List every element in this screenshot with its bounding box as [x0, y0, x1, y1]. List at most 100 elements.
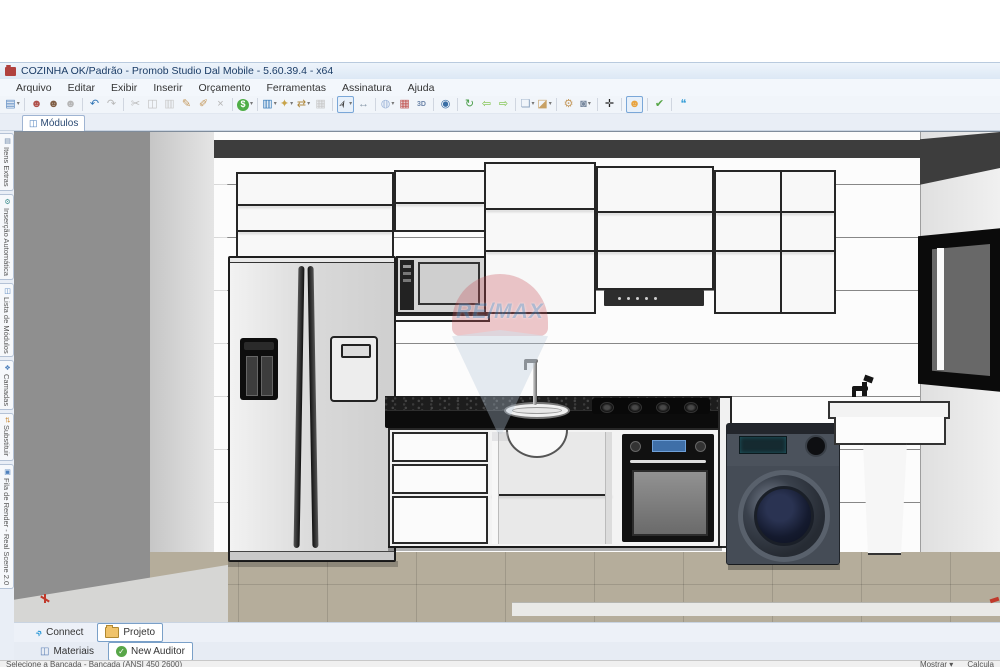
microwave-controls — [400, 260, 414, 310]
user-disabled-button[interactable]: ☻ — [63, 97, 78, 112]
tab-projeto[interactable]: Projeto — [97, 623, 163, 642]
pick-tool-button[interactable]: ✐ — [196, 97, 211, 112]
render-bulb-caret[interactable]: ▾ — [391, 97, 394, 112]
lista-de-modulos-icon: ◫ — [3, 287, 11, 295]
report-chart-caret[interactable]: ▾ — [274, 97, 277, 112]
upper-cabinet-4[interactable] — [596, 166, 714, 290]
format-brush-button[interactable]: ✎ — [179, 97, 194, 112]
washer-door — [738, 470, 830, 562]
menu-arquivo[interactable]: Arquivo — [8, 81, 60, 95]
modules-tab-row: ◫ Módulos — [0, 114, 1000, 131]
perspective-button[interactable]: ❏▾ — [520, 97, 535, 112]
status-show-dropdown[interactable]: Mostrar ▾ — [920, 660, 953, 666]
floor-grout-line — [150, 584, 1000, 585]
dimension-button[interactable]: ↔ — [356, 97, 371, 112]
drawer-2[interactable] — [392, 464, 488, 494]
menu-orcamento[interactable]: Orçamento — [191, 81, 259, 95]
fridge-top-strip — [230, 258, 394, 263]
range-hood[interactable] — [604, 290, 704, 306]
copy-button[interactable]: ◫ — [145, 97, 160, 112]
upper-cabinet-right[interactable] — [714, 170, 836, 314]
washing-machine[interactable] — [726, 423, 840, 565]
delete-button[interactable]: × — [213, 97, 228, 112]
orbit-button[interactable]: ↻ — [462, 97, 477, 112]
budget-icon: $ — [237, 99, 249, 111]
toolbar-separator — [232, 98, 233, 111]
upper-cabinet-2[interactable] — [394, 170, 486, 232]
settings-wrench-button[interactable]: ⚙ — [561, 97, 576, 112]
menu-editar[interactable]: Editar — [60, 81, 103, 95]
auditor-check-button[interactable]: ✔ — [652, 97, 667, 112]
view-3d-icon: 3D — [417, 97, 426, 112]
wall-faucet — [852, 376, 876, 404]
projeto-label: Projeto — [123, 627, 155, 638]
camera-button[interactable]: ◙▾ — [578, 97, 593, 112]
tab-modulos[interactable]: ◫ Módulos — [22, 115, 85, 131]
undo-button[interactable]: ↶ — [87, 97, 102, 112]
modules-tab-label: Módulos — [41, 118, 79, 129]
status-calc-button[interactable]: Calcula — [967, 660, 994, 666]
sidebar-tab-itens-extras[interactable]: ▤Itens Extras — [0, 133, 14, 191]
user-profile-icon: ☻ — [629, 97, 641, 112]
viewport-3d[interactable]: RE/MAX — [14, 131, 1000, 622]
nav-back-button[interactable]: ⇦ — [479, 97, 494, 112]
built-in-oven[interactable] — [622, 434, 714, 542]
pan-move-button[interactable]: ✛ — [602, 97, 617, 112]
tab-new-auditor[interactable]: ✓New Auditor — [108, 642, 193, 661]
insert-module-caret[interactable]: ▾ — [290, 97, 293, 112]
sidebar-tab-substituir[interactable]: ⇄Substituir — [0, 413, 14, 460]
paste-icon: ▥ — [164, 97, 174, 112]
paste-button[interactable]: ▥ — [162, 97, 177, 112]
report-chart-button[interactable]: ▥▾ — [262, 97, 277, 112]
budget-caret[interactable]: ▾ — [250, 97, 253, 112]
block-button[interactable]: ▦ — [313, 97, 328, 112]
sidebar-tab-insercao-automatica[interactable]: ⚙Inserção Automática — [0, 194, 14, 280]
chat-button[interactable]: ❝ — [676, 97, 691, 112]
visibility-eye-button[interactable]: ◉ — [438, 97, 453, 112]
tab-connect[interactable]: »Connect — [28, 623, 91, 642]
materiais-label: Materiais — [53, 646, 94, 657]
view-3d-button[interactable]: 3D — [414, 97, 429, 112]
menu-ajuda[interactable]: Ajuda — [400, 81, 443, 95]
budget-button[interactable]: $▾ — [237, 97, 253, 112]
cube-view-caret[interactable]: ▾ — [549, 97, 552, 112]
menu-ferramentas[interactable]: Ferramentas — [258, 81, 334, 95]
drawer-3[interactable] — [392, 496, 488, 544]
sidebar-tab-lista-de-modulos[interactable]: ◫Lista de Módulos — [0, 283, 14, 358]
menu-assinatura[interactable]: Assinatura — [334, 81, 400, 95]
menu-exibir[interactable]: Exibir — [103, 81, 145, 95]
user-brown-button[interactable]: ☻ — [46, 97, 61, 112]
camera-icon: ◙ — [580, 97, 587, 112]
save-button[interactable]: ▤▾ — [5, 97, 20, 112]
scene-box-button[interactable]: ▦ — [397, 97, 412, 112]
fila-de-render-icon: ▣ — [3, 468, 11, 476]
redo-button[interactable]: ↷ — [104, 97, 119, 112]
cooktop[interactable] — [592, 398, 710, 414]
render-bulb-button[interactable]: ◍▾ — [380, 97, 395, 112]
refrigerator[interactable] — [228, 256, 396, 562]
tab-materiais[interactable]: ◫Materiais — [32, 642, 102, 661]
toe-kick-shadow — [388, 546, 722, 551]
swap-module-caret[interactable]: ▾ — [307, 97, 310, 112]
oven-door-glass — [632, 470, 708, 536]
user-red-button[interactable]: ☻ — [29, 97, 44, 112]
toolbar-separator — [621, 98, 622, 111]
cube-view-button[interactable]: ◪▾ — [537, 97, 552, 112]
swap-module-button[interactable]: ⇄▾ — [296, 97, 311, 112]
orbit-icon: ↻ — [465, 97, 474, 112]
sidebar-tab-fila-de-render[interactable]: ▣Fila de Render - Real Scene 2.0 — [0, 464, 14, 589]
save-caret[interactable]: ▾ — [17, 97, 20, 112]
nav-forward-button[interactable]: ⇨ — [496, 97, 511, 112]
green-check-icon: ✓ — [116, 646, 127, 657]
shelf-line — [486, 208, 594, 210]
menu-inserir[interactable]: Inserir — [145, 81, 190, 95]
camera-caret[interactable]: ▾ — [588, 97, 591, 112]
select-pointer-button[interactable]: ➢▾ — [337, 96, 354, 113]
toolbar: ▤▾☻☻☻↶↷✂◫▥✎✐×$▾▥▾✦▾⇄▾▦➢▾↔◍▾▦3D◉↻⇦⇨❏▾◪▾⚙◙… — [0, 96, 1000, 114]
cut-button[interactable]: ✂ — [128, 97, 143, 112]
insert-module-button[interactable]: ✦▾ — [279, 97, 294, 112]
perspective-caret[interactable]: ▾ — [531, 97, 534, 112]
sidebar-tab-camadas[interactable]: ❖Camadas — [0, 360, 14, 410]
user-profile-button[interactable]: ☻ — [626, 96, 643, 113]
upper-cabinet-left[interactable] — [236, 172, 394, 258]
